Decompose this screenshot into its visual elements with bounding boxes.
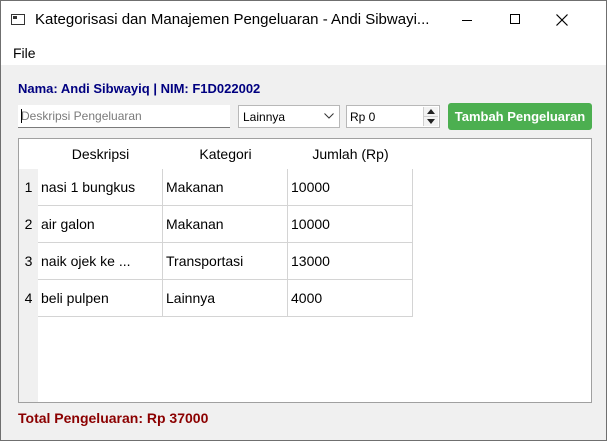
cell-jumlah[interactable]: 10000 [288,169,413,206]
arrow-down-icon [427,119,435,124]
minimize-button[interactable] [444,1,490,39]
total-expense-label: Total Pengeluaran: Rp 37000 [18,410,209,426]
cell-jumlah[interactable]: 4000 [288,280,413,317]
row-number[interactable]: 3 [19,243,38,280]
table-corner[interactable] [19,139,38,169]
spin-down-button[interactable] [424,117,438,126]
row-number[interactable]: 1 [19,169,38,206]
app-window-icon [11,14,25,25]
cell-deskripsi[interactable]: naik ojek ke ... [38,243,163,280]
amount-value: Rp 0 [350,110,376,124]
chevron-down-icon [324,113,334,119]
expense-table[interactable]: Deskripsi Kategori Jumlah (Rp) 1 nasi 1 … [18,138,592,403]
close-icon [556,14,568,26]
maximize-icon [510,14,520,24]
category-dropdown[interactable]: Lainnya [238,105,340,128]
header-kategori[interactable]: Kategori [163,139,288,169]
row-number[interactable]: 4 [19,280,38,317]
arrow-up-icon [427,109,435,114]
title-bar[interactable]: Kategorisasi dan Manajemen Pengeluaran -… [1,1,606,39]
cell-jumlah[interactable]: 10000 [288,206,413,243]
description-input[interactable] [18,105,230,128]
cell-deskripsi[interactable]: beli pulpen [38,280,163,317]
cell-kategori[interactable]: Makanan [163,169,288,206]
menu-file[interactable]: File [13,45,36,61]
add-expense-button[interactable]: Tambah Pengeluaran [448,103,592,130]
close-button[interactable] [539,1,585,39]
menu-bar: File [1,39,606,65]
minimize-icon [462,20,472,21]
app-window: Kategorisasi dan Manajemen Pengeluaran -… [0,0,607,441]
cell-deskripsi[interactable]: air galon [38,206,163,243]
cell-deskripsi[interactable]: nasi 1 bungkus [38,169,163,206]
cell-kategori[interactable]: Makanan [163,206,288,243]
spin-up-button[interactable] [424,107,438,117]
spin-buttons [423,107,438,126]
cell-jumlah[interactable]: 13000 [288,243,413,280]
header-deskripsi[interactable]: Deskripsi [38,139,163,169]
cell-kategori[interactable]: Lainnya [163,280,288,317]
text-caret [21,109,22,123]
row-number[interactable]: 2 [19,206,38,243]
cell-kategori[interactable]: Transportasi [163,243,288,280]
user-info-label: Nama: Andi Sibwayiq | NIM: F1D022002 [18,81,261,96]
category-selected-value: Lainnya [243,110,286,124]
window-title: Kategorisasi dan Manajemen Pengeluaran -… [35,11,430,28]
maximize-button[interactable] [491,1,537,39]
amount-spinbox[interactable]: Rp 0 [346,105,440,128]
header-jumlah[interactable]: Jumlah (Rp) [288,139,413,169]
